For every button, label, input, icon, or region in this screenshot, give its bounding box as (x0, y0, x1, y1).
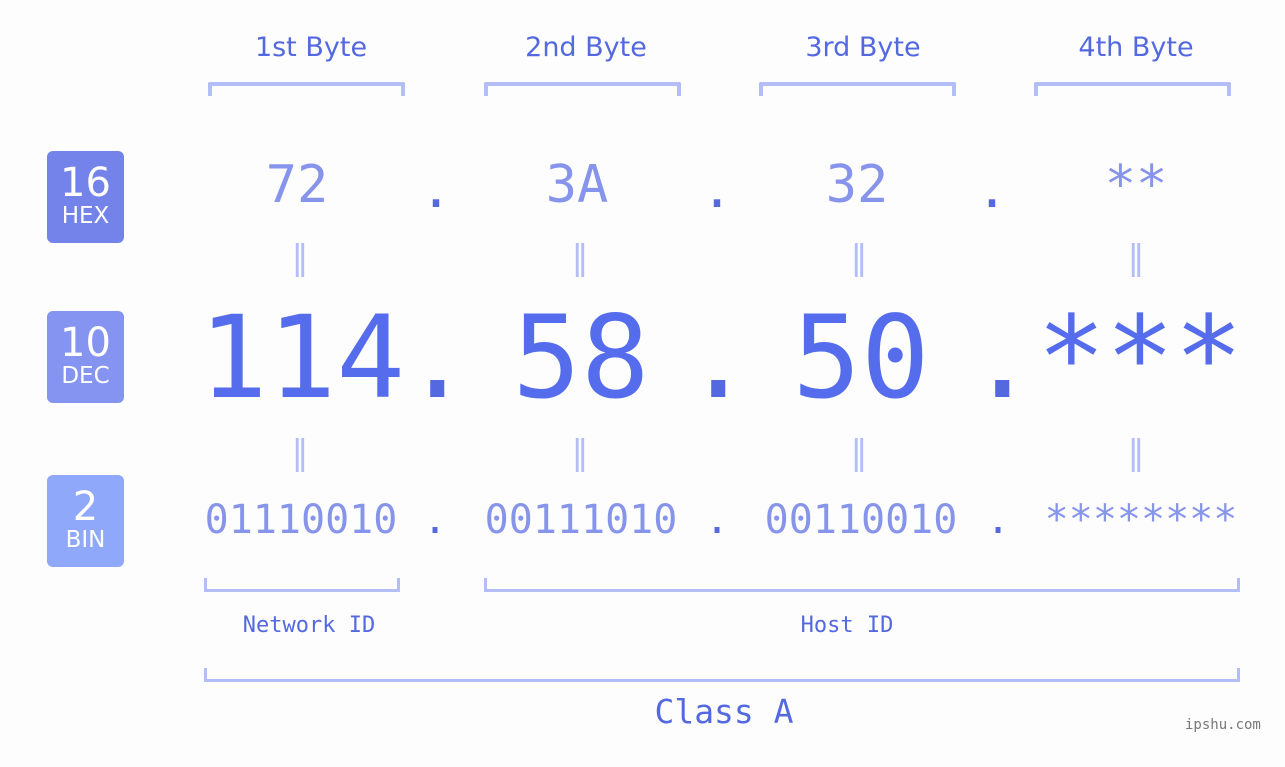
bin-octet-4: ******** (1044, 497, 1238, 543)
dec-octet-3: 50 (792, 291, 930, 424)
equals-sign: ‖ (571, 433, 589, 473)
equals-sign: ‖ (291, 238, 309, 278)
dec-separator-1: . (403, 291, 472, 424)
bin-separator-3: . (985, 497, 1011, 543)
hex-badge-name: HEX (61, 203, 110, 229)
byte-bracket-4 (1034, 82, 1231, 96)
host-id-label: Host ID (800, 613, 894, 638)
bin-separator-2: . (704, 497, 730, 543)
dec-badge: 10 DEC (47, 311, 124, 403)
hex-badge-number: 16 (60, 160, 111, 206)
bin-separator-1: . (422, 497, 448, 543)
host-id-bracket (484, 578, 1240, 592)
bin-octet-2: 00111010 (484, 497, 678, 543)
equals-sign: ‖ (850, 238, 868, 278)
equals-sign: ‖ (291, 433, 309, 473)
bin-badge-number: 2 (72, 484, 99, 530)
bin-badge: 2 BIN (47, 475, 124, 567)
dec-octet-4: *** (1037, 291, 1243, 424)
hex-separator-2: . (701, 160, 733, 220)
dec-separator-2: . (684, 291, 753, 424)
dec-octet-2: 58 (512, 291, 650, 424)
equals-sign: ‖ (1127, 433, 1145, 473)
network-id-bracket (204, 578, 400, 592)
byte-label-2: 2nd Byte (525, 32, 647, 63)
byte-bracket-1 (208, 82, 405, 96)
bin-octet-1: 01110010 (204, 497, 398, 543)
dec-badge-name: DEC (61, 363, 110, 389)
watermark: ipshu.com (1185, 717, 1261, 733)
equals-sign: ‖ (850, 433, 868, 473)
hex-octet-3: 32 (825, 155, 889, 215)
byte-bracket-2 (484, 82, 681, 96)
byte-label-3: 3rd Byte (805, 32, 921, 63)
dec-badge-number: 10 (60, 320, 111, 366)
hex-octet-2: 3A (545, 155, 609, 215)
dec-separator-3: . (968, 291, 1037, 424)
bin-badge-name: BIN (65, 527, 106, 553)
network-id-label: Network ID (242, 613, 376, 638)
bin-octet-3: 00110010 (764, 497, 958, 543)
hex-octet-1: 72 (265, 155, 329, 215)
hex-octet-4: ** (1104, 155, 1168, 215)
byte-label-4: 4th Byte (1078, 32, 1194, 63)
hex-separator-3: . (976, 160, 1008, 220)
equals-sign: ‖ (571, 238, 589, 278)
hex-badge: 16 HEX (47, 151, 124, 243)
class-label: Class A (654, 692, 794, 731)
hex-separator-1: . (420, 160, 452, 220)
class-bracket (204, 668, 1240, 682)
byte-bracket-3 (759, 82, 956, 96)
dec-octet-1: 114 (199, 291, 405, 424)
equals-sign: ‖ (1127, 238, 1145, 278)
byte-label-1: 1st Byte (254, 32, 368, 63)
